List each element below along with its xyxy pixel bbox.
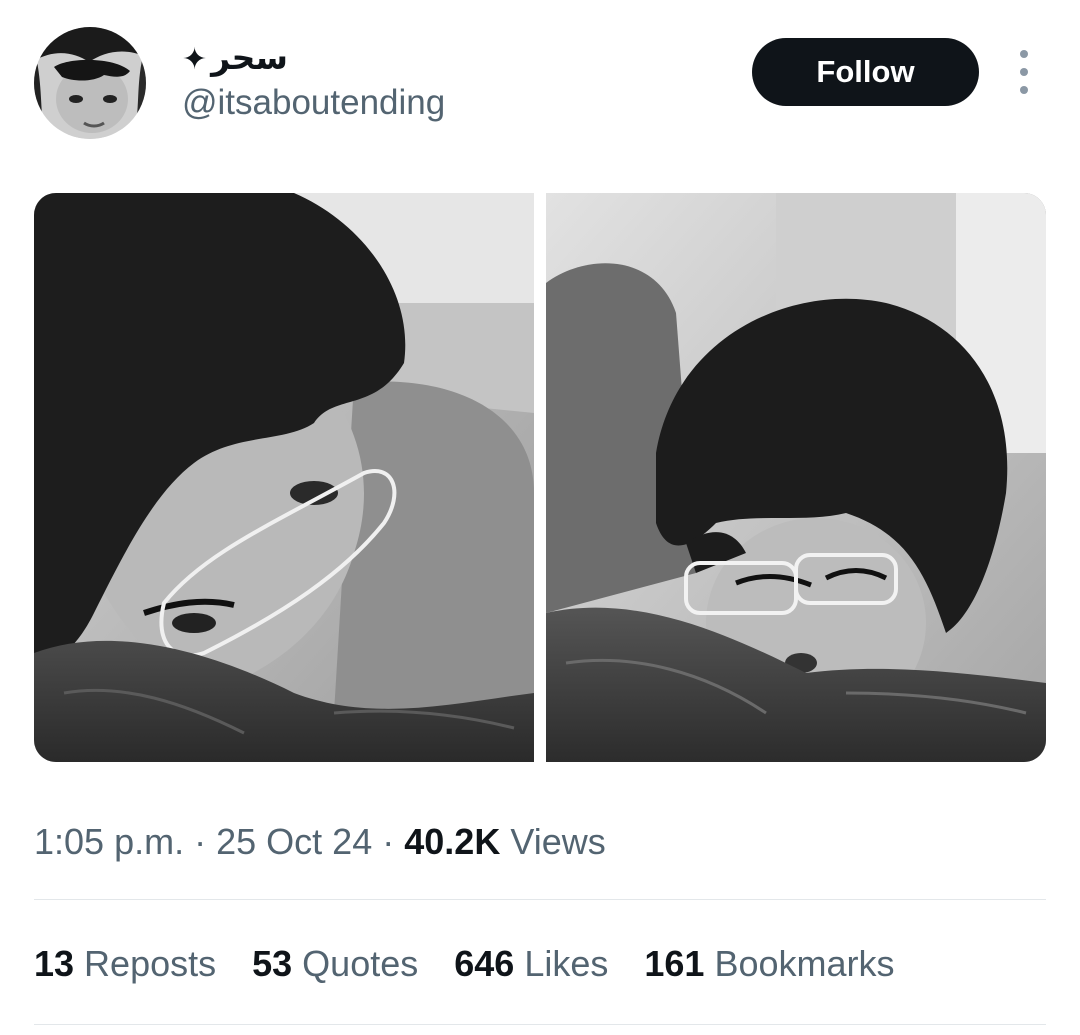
bookmarks-label: Bookmarks	[714, 943, 895, 984]
views-count: 40.2K	[404, 821, 501, 862]
tweet-media	[34, 193, 1046, 762]
more-vertical-icon[interactable]	[1010, 50, 1038, 94]
quotes-label: Quotes	[302, 943, 419, 984]
reposts-count: 13	[34, 943, 75, 984]
likes-stat[interactable]: 646 Likes	[454, 940, 608, 988]
follow-button[interactable]: Follow	[752, 38, 979, 106]
more-dot	[1020, 50, 1028, 58]
more-dot	[1020, 68, 1028, 76]
reposts-stat[interactable]: 13 Reposts	[34, 940, 216, 988]
quotes-stat[interactable]: 53 Quotes	[252, 940, 418, 988]
avatar[interactable]	[34, 27, 146, 139]
divider	[34, 1024, 1046, 1025]
quotes-count: 53	[252, 943, 293, 984]
bookmarks-stat[interactable]: 161 Bookmarks	[644, 940, 894, 988]
meta-separator: ·	[382, 821, 395, 862]
tweet-meta: 1:05 p.m. · 25 Oct 24 · 40.2K Views	[34, 818, 606, 866]
reposts-label: Reposts	[84, 943, 217, 984]
user-handle[interactable]: @itsaboutending	[182, 82, 445, 124]
tweet-photo-1[interactable]	[34, 193, 534, 762]
display-name-text: سحر	[211, 38, 288, 77]
bookmarks-count: 161	[644, 943, 705, 984]
likes-label: Likes	[524, 943, 609, 984]
tweet-date[interactable]: 25 Oct 24	[216, 821, 372, 862]
likes-count: 646	[454, 943, 515, 984]
views-label: Views	[510, 821, 606, 862]
tweet-time[interactable]: 1:05 p.m.	[34, 821, 184, 862]
more-dot	[1020, 86, 1028, 94]
tweet-stats: 13 Reposts 53 Quotes 646 Likes 161 Bookmarks	[34, 940, 895, 988]
divider	[34, 899, 1046, 900]
tweet-header: ✦ سحر @itsaboutending Follow	[0, 0, 1080, 160]
tweet-photo-2[interactable]	[546, 193, 1046, 762]
display-name[interactable]: ✦ سحر	[182, 38, 288, 80]
sparkle-icon: ✦	[182, 42, 208, 77]
meta-separator: ·	[194, 821, 207, 862]
